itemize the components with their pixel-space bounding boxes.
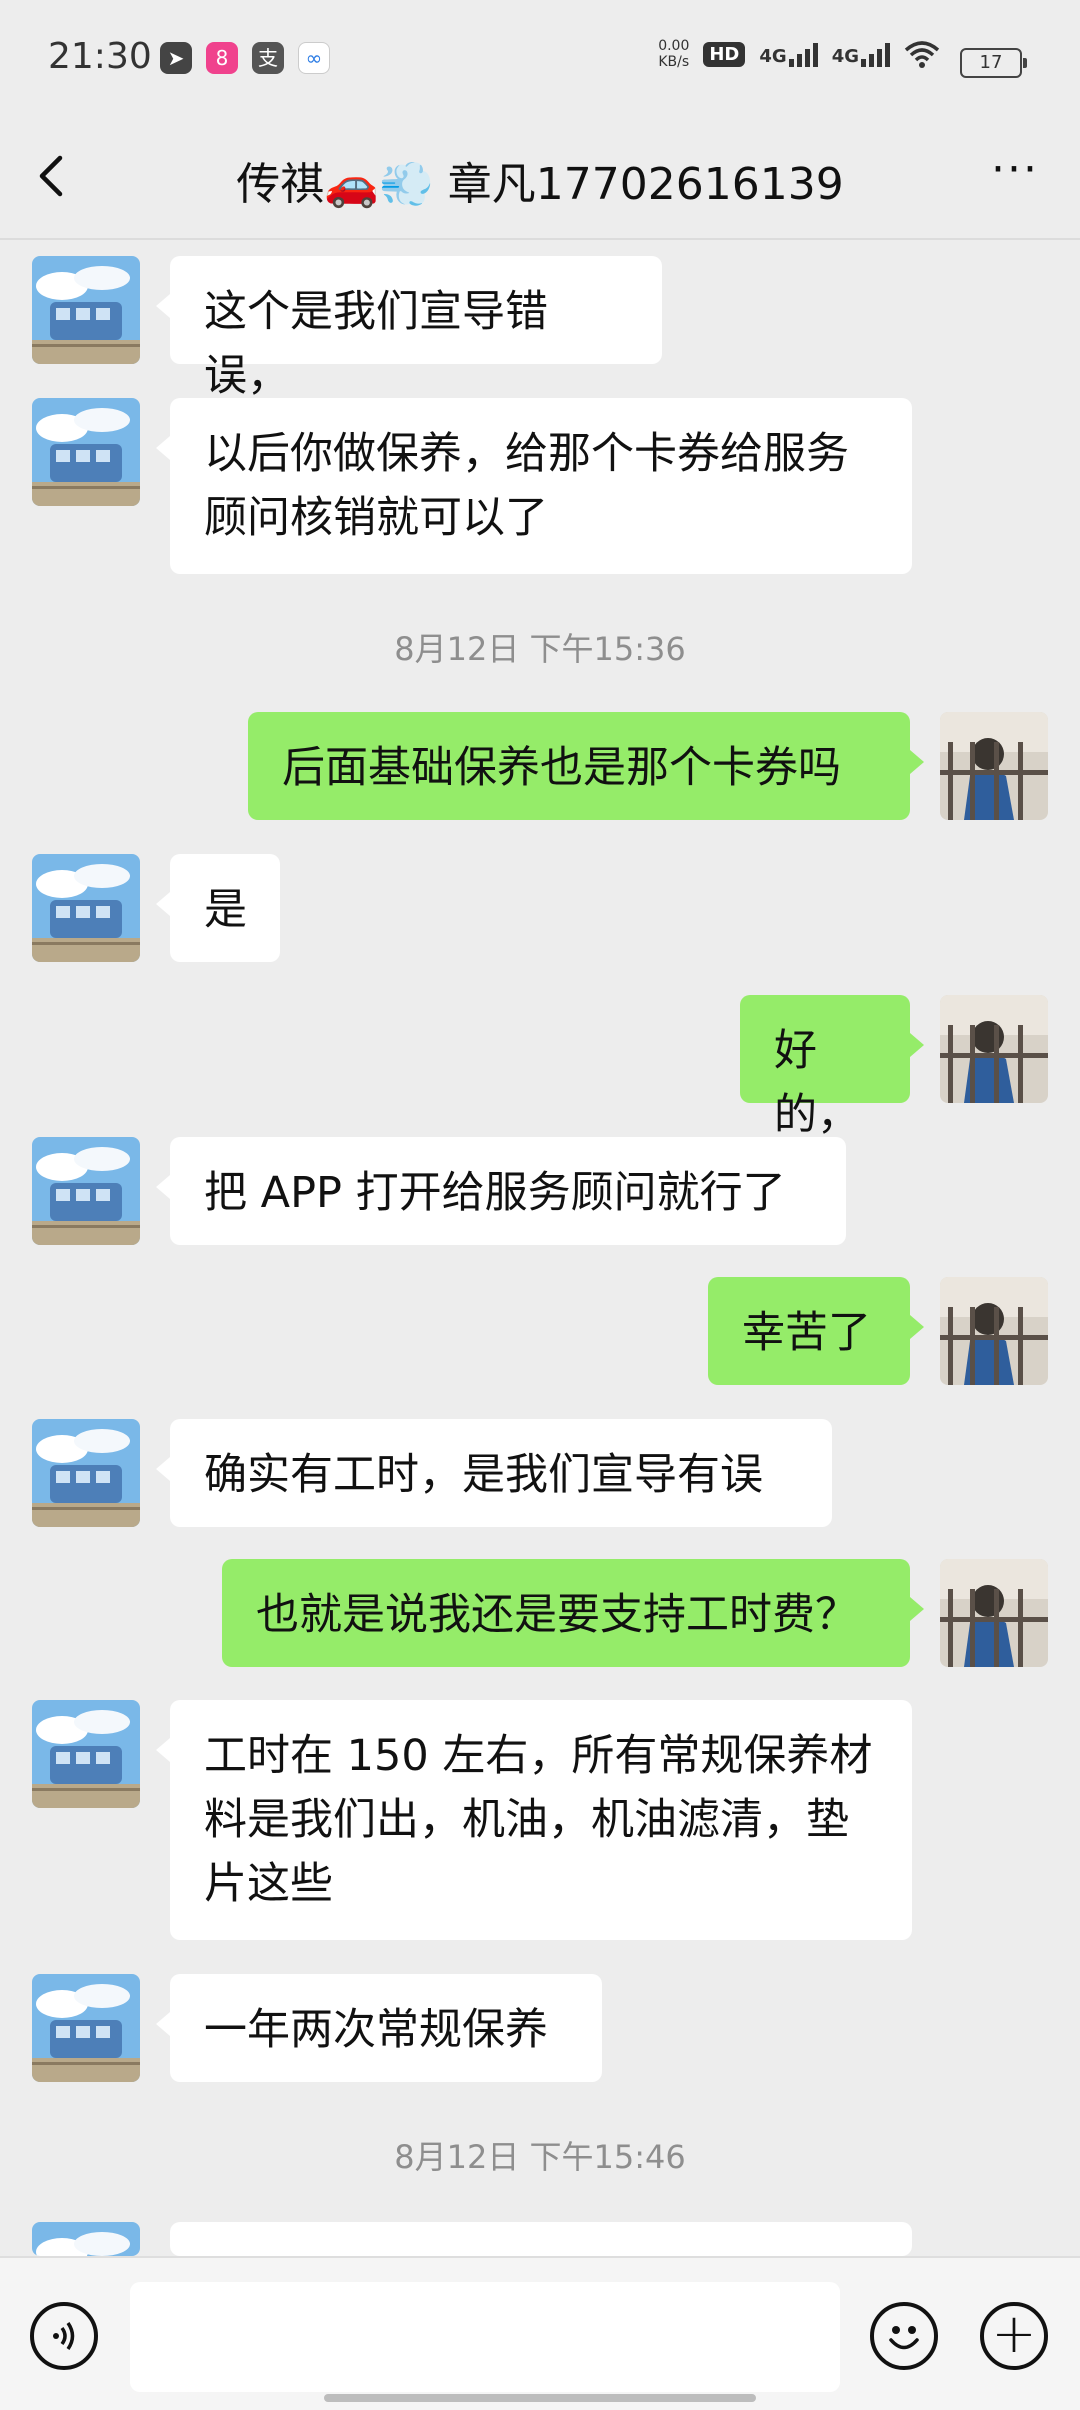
status-time: 21:30 xyxy=(48,36,152,77)
my-avatar[interactable] xyxy=(940,712,1048,820)
contact-avatar[interactable] xyxy=(32,1137,140,1245)
plus-icon: + xyxy=(991,2302,1037,2365)
message-bubble-incoming[interactable]: 确实有工时，是我们宣导有误 xyxy=(156,1419,832,1527)
more-dots-icon: ··· xyxy=(991,144,1039,195)
home-indicator[interactable] xyxy=(324,2394,756,2402)
timestamp: 8月12日 下午15:46 xyxy=(394,2138,686,2176)
message-bubble-incoming[interactable]: 工时在 150 左右，所有常规保养材料是我们出，机油，机油滤清，垫片这些 xyxy=(156,1700,912,1940)
message-input[interactable] xyxy=(130,2282,840,2392)
message-bubble-incoming[interactable] xyxy=(156,2222,912,2284)
signal-2: 4G xyxy=(832,41,890,67)
message-bubble-incoming[interactable]: 把 APP 打开给服务顾问就行了 xyxy=(156,1137,846,1245)
status-indicators: 0.00 KB/s HD 4G 4G xyxy=(658,38,940,70)
notification-icons: ➤ 8 支 ∞ xyxy=(160,42,330,74)
timestamp: 8月12日 下午15:36 xyxy=(394,630,686,668)
telegram-icon: ➤ xyxy=(160,42,192,74)
more-functions-button[interactable]: + xyxy=(980,2302,1048,2370)
message-bubble-incoming[interactable]: 一年两次常规保养 xyxy=(156,1974,602,2082)
network-speed: 0.00 KB/s xyxy=(658,38,690,70)
message-bubble-incoming[interactable]: 以后你做保养，给那个卡券给服务顾问核销就可以了 xyxy=(156,398,912,574)
message-bubble-outgoing[interactable]: 好的， xyxy=(740,995,924,1140)
alipay-icon: 支 xyxy=(252,42,284,74)
message-bubble-outgoing[interactable]: 幸苦了 xyxy=(708,1277,924,1385)
hd-voice-icon: HD xyxy=(703,41,746,67)
signal-1: 4G xyxy=(759,41,818,67)
contact-avatar[interactable] xyxy=(32,1974,140,2082)
chat-header: 传祺🚗💨 章凡17702616139 ··· xyxy=(0,120,1080,238)
message-bubble-outgoing[interactable]: 后面基础保养也是那个卡券吗 xyxy=(248,712,924,820)
voice-button[interactable] xyxy=(30,2302,98,2370)
header-divider xyxy=(0,238,1080,240)
contact-avatar[interactable] xyxy=(32,854,140,962)
battery-icon: 17 xyxy=(960,48,1027,78)
signal-bars-icon xyxy=(788,41,818,67)
emoji-icon xyxy=(889,2326,919,2350)
emoji-button[interactable] xyxy=(870,2302,938,2370)
contact-avatar[interactable] xyxy=(32,1419,140,1527)
contact-avatar[interactable] xyxy=(32,1700,140,1808)
message-bubble-incoming[interactable]: 是 xyxy=(156,854,280,962)
contact-avatar[interactable] xyxy=(32,256,140,364)
chat-title: 传祺🚗💨 章凡17702616139 xyxy=(236,159,844,210)
signal-bars-icon xyxy=(861,41,890,67)
contact-avatar[interactable] xyxy=(32,2222,140,2256)
message-bubble-incoming[interactable]: 这个是我们宣导错误， xyxy=(156,256,662,401)
cloud-app-icon: ∞ xyxy=(298,42,330,74)
contact-avatar[interactable] xyxy=(32,398,140,506)
voice-input-icon xyxy=(53,2322,75,2350)
my-avatar[interactable] xyxy=(940,995,1048,1103)
status-bar: 21:30 ➤ 8 支 ∞ 0.00 KB/s HD 4G 4G 17 xyxy=(0,0,1080,120)
my-avatar[interactable] xyxy=(940,1559,1048,1667)
message-bubble-outgoing[interactable]: 也就是说我还是要支持工时费？ xyxy=(222,1559,924,1667)
wifi-icon xyxy=(904,41,940,68)
shopping-app-icon: 8 xyxy=(206,42,238,74)
input-bar: + xyxy=(0,2256,1080,2410)
my-avatar[interactable] xyxy=(940,1277,1048,1385)
more-button[interactable]: ··· xyxy=(982,140,1048,200)
